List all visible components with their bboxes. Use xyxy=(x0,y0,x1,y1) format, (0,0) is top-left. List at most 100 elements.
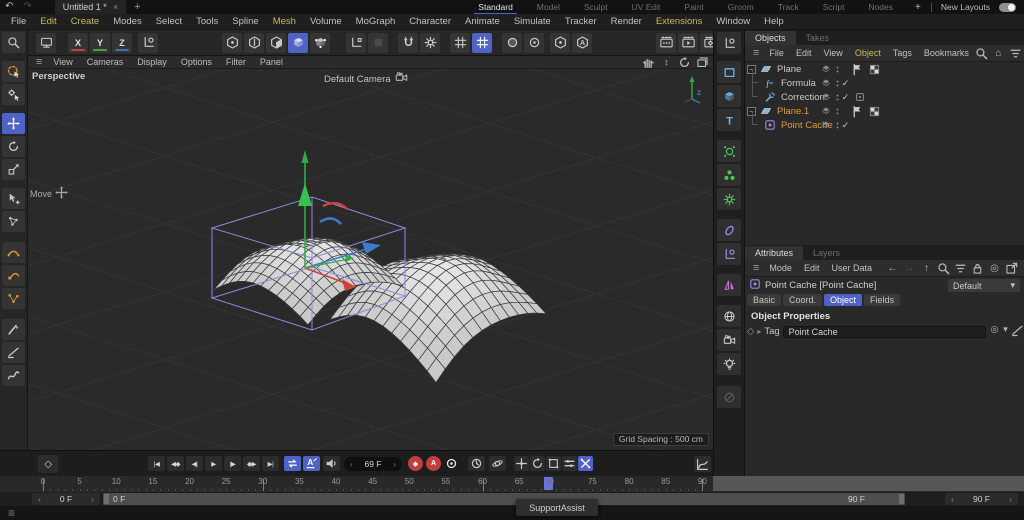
viewport-menu-icon[interactable]: ≡ xyxy=(32,56,46,68)
frame-decrement[interactable]: ‹ xyxy=(350,459,353,469)
menu-select[interactable]: Select xyxy=(149,14,189,30)
layout-toggle-switch[interactable] xyxy=(999,2,1016,12)
tab-takes[interactable]: Takes xyxy=(796,31,840,45)
tweak-mode-button[interactable] xyxy=(2,84,25,105)
record-scale-button[interactable] xyxy=(546,456,561,471)
close-tab-icon[interactable]: × xyxy=(113,2,118,12)
set-keyframe-button[interactable]: ◇ xyxy=(38,455,58,473)
deformer-object-button[interactable] xyxy=(717,219,741,241)
axis-center-button[interactable] xyxy=(524,32,544,53)
enable-axis-button[interactable]: A xyxy=(572,32,592,53)
render-picture-viewer-button[interactable] xyxy=(678,32,698,53)
menu-spline[interactable]: Spline xyxy=(225,14,265,30)
expand-caret-icon[interactable]: ▸ xyxy=(757,327,761,336)
sound-button[interactable] xyxy=(323,456,340,471)
menu-mesh[interactable]: Mesh xyxy=(266,14,303,30)
menu-render[interactable]: Render xyxy=(604,14,649,30)
lock-y-axis-button[interactable]: Y xyxy=(90,32,110,53)
autokeying-button[interactable]: A xyxy=(426,456,441,471)
pop-out-icon[interactable] xyxy=(1005,262,1018,275)
jump-start-button[interactable]: |◀ xyxy=(148,456,165,471)
checker-badge[interactable] xyxy=(868,105,881,117)
snap-toggle-button[interactable] xyxy=(472,32,492,53)
layout-tab-groom[interactable]: Groom xyxy=(716,0,766,15)
previous-key-button[interactable]: ◀◆ xyxy=(167,456,184,471)
layout-tab-sculpt[interactable]: Sculpt xyxy=(572,0,620,15)
knife-tool-button[interactable] xyxy=(2,319,25,340)
expand-icon[interactable]: ▾ xyxy=(1000,324,1011,339)
focus-icon[interactable]: ◎ xyxy=(988,262,1001,275)
toggle-panel-icon[interactable] xyxy=(695,56,710,68)
menu-simulate[interactable]: Simulate xyxy=(507,14,558,30)
spinner-dec-icon[interactable]: ‹ xyxy=(38,494,41,504)
object-axis-mode-button[interactable] xyxy=(310,32,330,53)
spinner-inc-icon[interactable]: › xyxy=(1009,494,1012,504)
object-row-plane[interactable]: − Plane xyxy=(745,62,1024,76)
live-selection-button[interactable] xyxy=(2,61,25,82)
play-button[interactable]: ▶ xyxy=(205,456,222,471)
filter-icon[interactable] xyxy=(954,262,967,275)
section-tab-basic[interactable]: Basic xyxy=(747,294,782,306)
camera-label[interactable]: Default Camera xyxy=(324,71,408,87)
object-row-formula[interactable]: f= Formula ✓ xyxy=(745,69,1024,90)
render-view-button[interactable] xyxy=(656,32,676,53)
rotate-tool-button[interactable] xyxy=(2,136,25,157)
spline-smooth-button[interactable] xyxy=(2,242,25,263)
layout-tab-uv-edit[interactable]: UV Edit xyxy=(620,0,673,15)
timeline-ruler[interactable]: 0 5 10 15 20 25 30 35 40 45 50 55 60 65 75 80 85 90 69 xyxy=(0,476,1024,492)
loop-playback-button[interactable] xyxy=(284,456,301,471)
polygons-mode-button[interactable] xyxy=(266,32,286,53)
viewport-menu-view[interactable]: View xyxy=(46,56,79,69)
dots-badge[interactable] xyxy=(831,63,844,75)
lock-icon[interactable] xyxy=(971,262,984,275)
menu-extensions[interactable]: Extensions xyxy=(649,14,709,30)
previous-frame-button[interactable]: ◀| xyxy=(186,456,203,471)
selection-move-button[interactable] xyxy=(2,188,25,209)
scale-tool-button[interactable] xyxy=(2,159,25,180)
parent-up-icon[interactable]: ↑ xyxy=(920,262,933,275)
record-pla-button[interactable] xyxy=(578,456,593,471)
panel-menu-edit[interactable]: Edit xyxy=(798,260,826,277)
viewport-solo-button[interactable] xyxy=(36,32,56,53)
next-key-button[interactable]: ◆▶ xyxy=(243,456,260,471)
grid-toggle-button[interactable] xyxy=(450,32,470,53)
record-parameters-button[interactable] xyxy=(562,456,577,471)
checker-badge[interactable] xyxy=(868,63,881,75)
menu-modes[interactable]: Modes xyxy=(106,14,149,30)
viewport-menu-filter[interactable]: Filter xyxy=(219,56,253,69)
range-handle-left[interactable] xyxy=(104,494,109,504)
model-mode-button[interactable] xyxy=(288,32,308,53)
menu-window[interactable]: Window xyxy=(709,14,757,30)
home-icon[interactable]: ⌂ xyxy=(992,47,1005,60)
spline-points-button[interactable] xyxy=(2,288,25,309)
record-time-button[interactable] xyxy=(468,456,485,471)
viewport-menu-options[interactable]: Options xyxy=(174,56,219,69)
menu-mograph[interactable]: MoGraph xyxy=(349,14,403,30)
line-cut-tool-button[interactable] xyxy=(2,342,25,363)
layout-tab-paint[interactable]: Paint xyxy=(672,0,715,15)
axis-workplane-button[interactable] xyxy=(717,32,741,54)
keyframe-selection-button[interactable] xyxy=(444,456,459,471)
quantize-settings-button[interactable] xyxy=(420,32,440,53)
redo-icon[interactable]: ↷ xyxy=(18,0,36,14)
text-primitive-button[interactable]: T xyxy=(717,109,741,131)
panel-menu-user-data[interactable]: User Data xyxy=(825,260,878,277)
layout-tab-track[interactable]: Track xyxy=(766,0,811,15)
light-object-button[interactable] xyxy=(717,353,741,375)
lock-z-axis-button[interactable]: Z xyxy=(112,32,132,53)
scene-svg[interactable] xyxy=(28,69,713,450)
record-orbit-button[interactable] xyxy=(489,456,506,471)
notification-toast[interactable]: SupportAssist xyxy=(516,499,598,516)
spline-primitive-button[interactable] xyxy=(717,61,741,83)
panel-menu-mode[interactable]: Mode xyxy=(763,260,798,277)
symmetry-object-button[interactable] xyxy=(717,274,741,296)
magnet-tool-button[interactable] xyxy=(398,32,418,53)
back-icon[interactable]: ← xyxy=(886,262,899,275)
document-tab[interactable]: Untitled 1 * × xyxy=(54,0,127,14)
layout-tab-nodes[interactable]: Nodes xyxy=(856,0,905,15)
workplane-lock-button[interactable] xyxy=(368,32,388,53)
cache-badge[interactable] xyxy=(853,91,866,103)
tab-objects[interactable]: Objects xyxy=(745,31,796,45)
layout-tab-model[interactable]: Model xyxy=(525,0,572,15)
find-tool-button[interactable] xyxy=(2,32,25,53)
